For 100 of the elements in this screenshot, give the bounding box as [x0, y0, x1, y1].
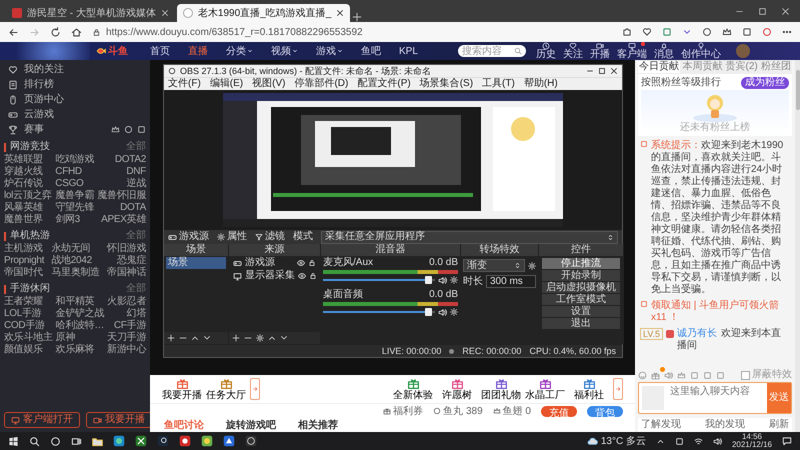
windows-logo-icon[interactable] — [8, 436, 19, 446]
category-link[interactable]: Propnight — [4, 255, 44, 267]
menu-item[interactable]: 帮助(H) — [524, 78, 558, 90]
category-link[interactable]: 马里奥制造 — [51, 267, 100, 279]
move-down-icon[interactable] — [203, 334, 211, 342]
content-tab[interactable]: 旋转游戏吧 — [226, 418, 276, 432]
recharge-button[interactable]: 充值 — [541, 406, 577, 416]
category-link[interactable]: 欢乐斗地主 — [4, 332, 53, 344]
control-button[interactable]: 开始录制 — [542, 270, 620, 281]
more-link[interactable]: 全部 — [126, 141, 146, 153]
category-link[interactable]: 和平精英 — [56, 296, 104, 308]
maximize-icon[interactable] — [758, 6, 767, 16]
category-link[interactable]: 怀旧游戏 — [107, 243, 146, 255]
category-link[interactable]: DOTA — [97, 202, 146, 214]
app-icon[interactable] — [113, 435, 125, 447]
home-icon[interactable] — [71, 26, 82, 38]
crown-icon[interactable] — [677, 370, 686, 380]
add-icon[interactable] — [232, 334, 240, 342]
folder-icon[interactable] — [92, 436, 103, 446]
category-link[interactable]: lol云顶之弈 — [4, 190, 52, 202]
discover-tab[interactable]: 了解发现 — [641, 419, 681, 431]
category-link[interactable]: 战地2042 — [51, 255, 100, 267]
more-link[interactable]: 全部 — [126, 230, 146, 242]
category-link[interactable]: COD手游 — [4, 320, 53, 332]
source-item[interactable]: 游戏源 — [245, 257, 294, 269]
chat-input[interactable]: 这里输入聊天内容 — [667, 383, 767, 413]
menu-item[interactable]: 编辑(E) — [210, 78, 244, 90]
category-link[interactable]: 永劫无间 — [51, 243, 100, 255]
app-icon[interactable] — [245, 435, 257, 447]
category-link[interactable]: 哈利波特… — [56, 320, 104, 332]
search-icon[interactable] — [29, 436, 40, 446]
activity-entry[interactable]: 团团礼物 — [481, 377, 521, 402]
sidebar-item[interactable]: 排行榜 — [24, 78, 54, 90]
category-link[interactable]: 恐鬼症 — [107, 255, 146, 267]
network-icon[interactable] — [694, 436, 703, 446]
menu-item[interactable]: 停靠部件(D) — [294, 78, 348, 90]
app-icon[interactable] — [157, 435, 169, 447]
chevron-right-icon[interactable] — [615, 386, 621, 392]
speaker-icon[interactable] — [438, 308, 447, 316]
gear-icon[interactable] — [528, 262, 536, 270]
move-down-icon[interactable] — [280, 334, 288, 342]
speaker-icon[interactable] — [438, 276, 447, 284]
eye-icon[interactable] — [298, 272, 306, 280]
menu-item[interactable]: 配置文件(P) — [357, 78, 411, 90]
close-icon[interactable] — [336, 9, 344, 17]
more-link[interactable]: 全部 — [126, 283, 146, 295]
site-logo[interactable]: 斗鱼 — [108, 44, 128, 58]
move-up-icon[interactable] — [268, 334, 276, 342]
chat-tab[interactable]: 今日贡献 — [638, 61, 680, 73]
content-tab[interactable]: 相关推荐 — [298, 418, 338, 432]
gear-icon[interactable] — [450, 276, 458, 284]
nav-link[interactable]: 直播 — [188, 44, 208, 58]
category-link[interactable]: 魔兽世界 — [4, 214, 52, 226]
properties-button[interactable]: 属性 — [217, 231, 247, 243]
activity-entry[interactable]: 水晶工厂 — [525, 377, 565, 402]
emoji-icon[interactable] — [638, 370, 647, 380]
refresh-icon[interactable] — [50, 26, 61, 38]
unlock-icon[interactable] — [309, 272, 317, 280]
tray-icon[interactable] — [674, 436, 684, 446]
settings-icon[interactable] — [256, 334, 264, 342]
app-icon[interactable] — [201, 435, 213, 447]
nav-link[interactable]: 首页 — [150, 44, 170, 58]
nav-action[interactable]: 客户端 — [617, 42, 647, 60]
filters-button[interactable]: 滤镜 — [255, 231, 285, 243]
backpack-button[interactable]: 背包 — [587, 406, 623, 416]
gear-icon[interactable] — [450, 308, 458, 316]
category-link[interactable]: 主机游戏 — [4, 243, 44, 255]
address-field[interactable]: https://www.douyu.com/638517_r=0.18170882296553592 — [106, 26, 363, 38]
category-link[interactable]: 剑网3 — [55, 214, 94, 226]
sidebar-item[interactable]: 赛事 — [24, 124, 44, 136]
back-icon[interactable] — [8, 26, 19, 38]
source-item[interactable]: 显示器采集 — [245, 270, 295, 282]
category-link[interactable]: 原神 — [56, 332, 104, 344]
category-link[interactable]: 守望先锋 — [55, 202, 94, 214]
category-link[interactable]: 幻塔 — [107, 308, 146, 320]
discover-tab[interactable]: 我的发现 — [705, 419, 745, 431]
eye-icon[interactable] — [297, 259, 305, 267]
nav-link[interactable]: 游戏 — [316, 44, 343, 58]
duration-field[interactable]: 300 ms — [486, 275, 536, 288]
category-link[interactable]: 王者荣耀 — [4, 296, 53, 308]
activity-entry[interactable]: 全新体验 — [393, 377, 433, 402]
menu-item[interactable]: 工具(T) — [482, 78, 515, 90]
control-button[interactable]: 启动虚拟摄像机 — [542, 282, 620, 293]
activity-entry[interactable]: 我要开播 — [162, 377, 202, 402]
unlock-icon[interactable] — [308, 259, 316, 267]
circle-icon[interactable] — [702, 27, 712, 37]
nav-action[interactable]: 开播 — [590, 42, 610, 60]
profile-icon[interactable] — [762, 27, 772, 37]
nav-action[interactable]: 历史 — [536, 42, 556, 60]
nav-link[interactable]: 视频 — [271, 44, 298, 58]
close-icon[interactable] — [610, 67, 618, 75]
category-link[interactable]: 颜值娱乐 — [4, 344, 53, 356]
activity-entry[interactable]: 福利社 — [569, 377, 609, 402]
menu-item[interactable]: 文件(F) — [168, 78, 201, 90]
category-link[interactable]: 穿越火线 — [4, 166, 52, 178]
add-icon[interactable] — [167, 334, 175, 342]
category-link[interactable]: 魔兽争霸 — [55, 190, 94, 202]
category-link[interactable]: 欢乐麻将 — [56, 344, 104, 356]
menu-item[interactable]: 视图(V) — [252, 78, 286, 90]
scene-item[interactable]: 场景 — [166, 257, 226, 269]
